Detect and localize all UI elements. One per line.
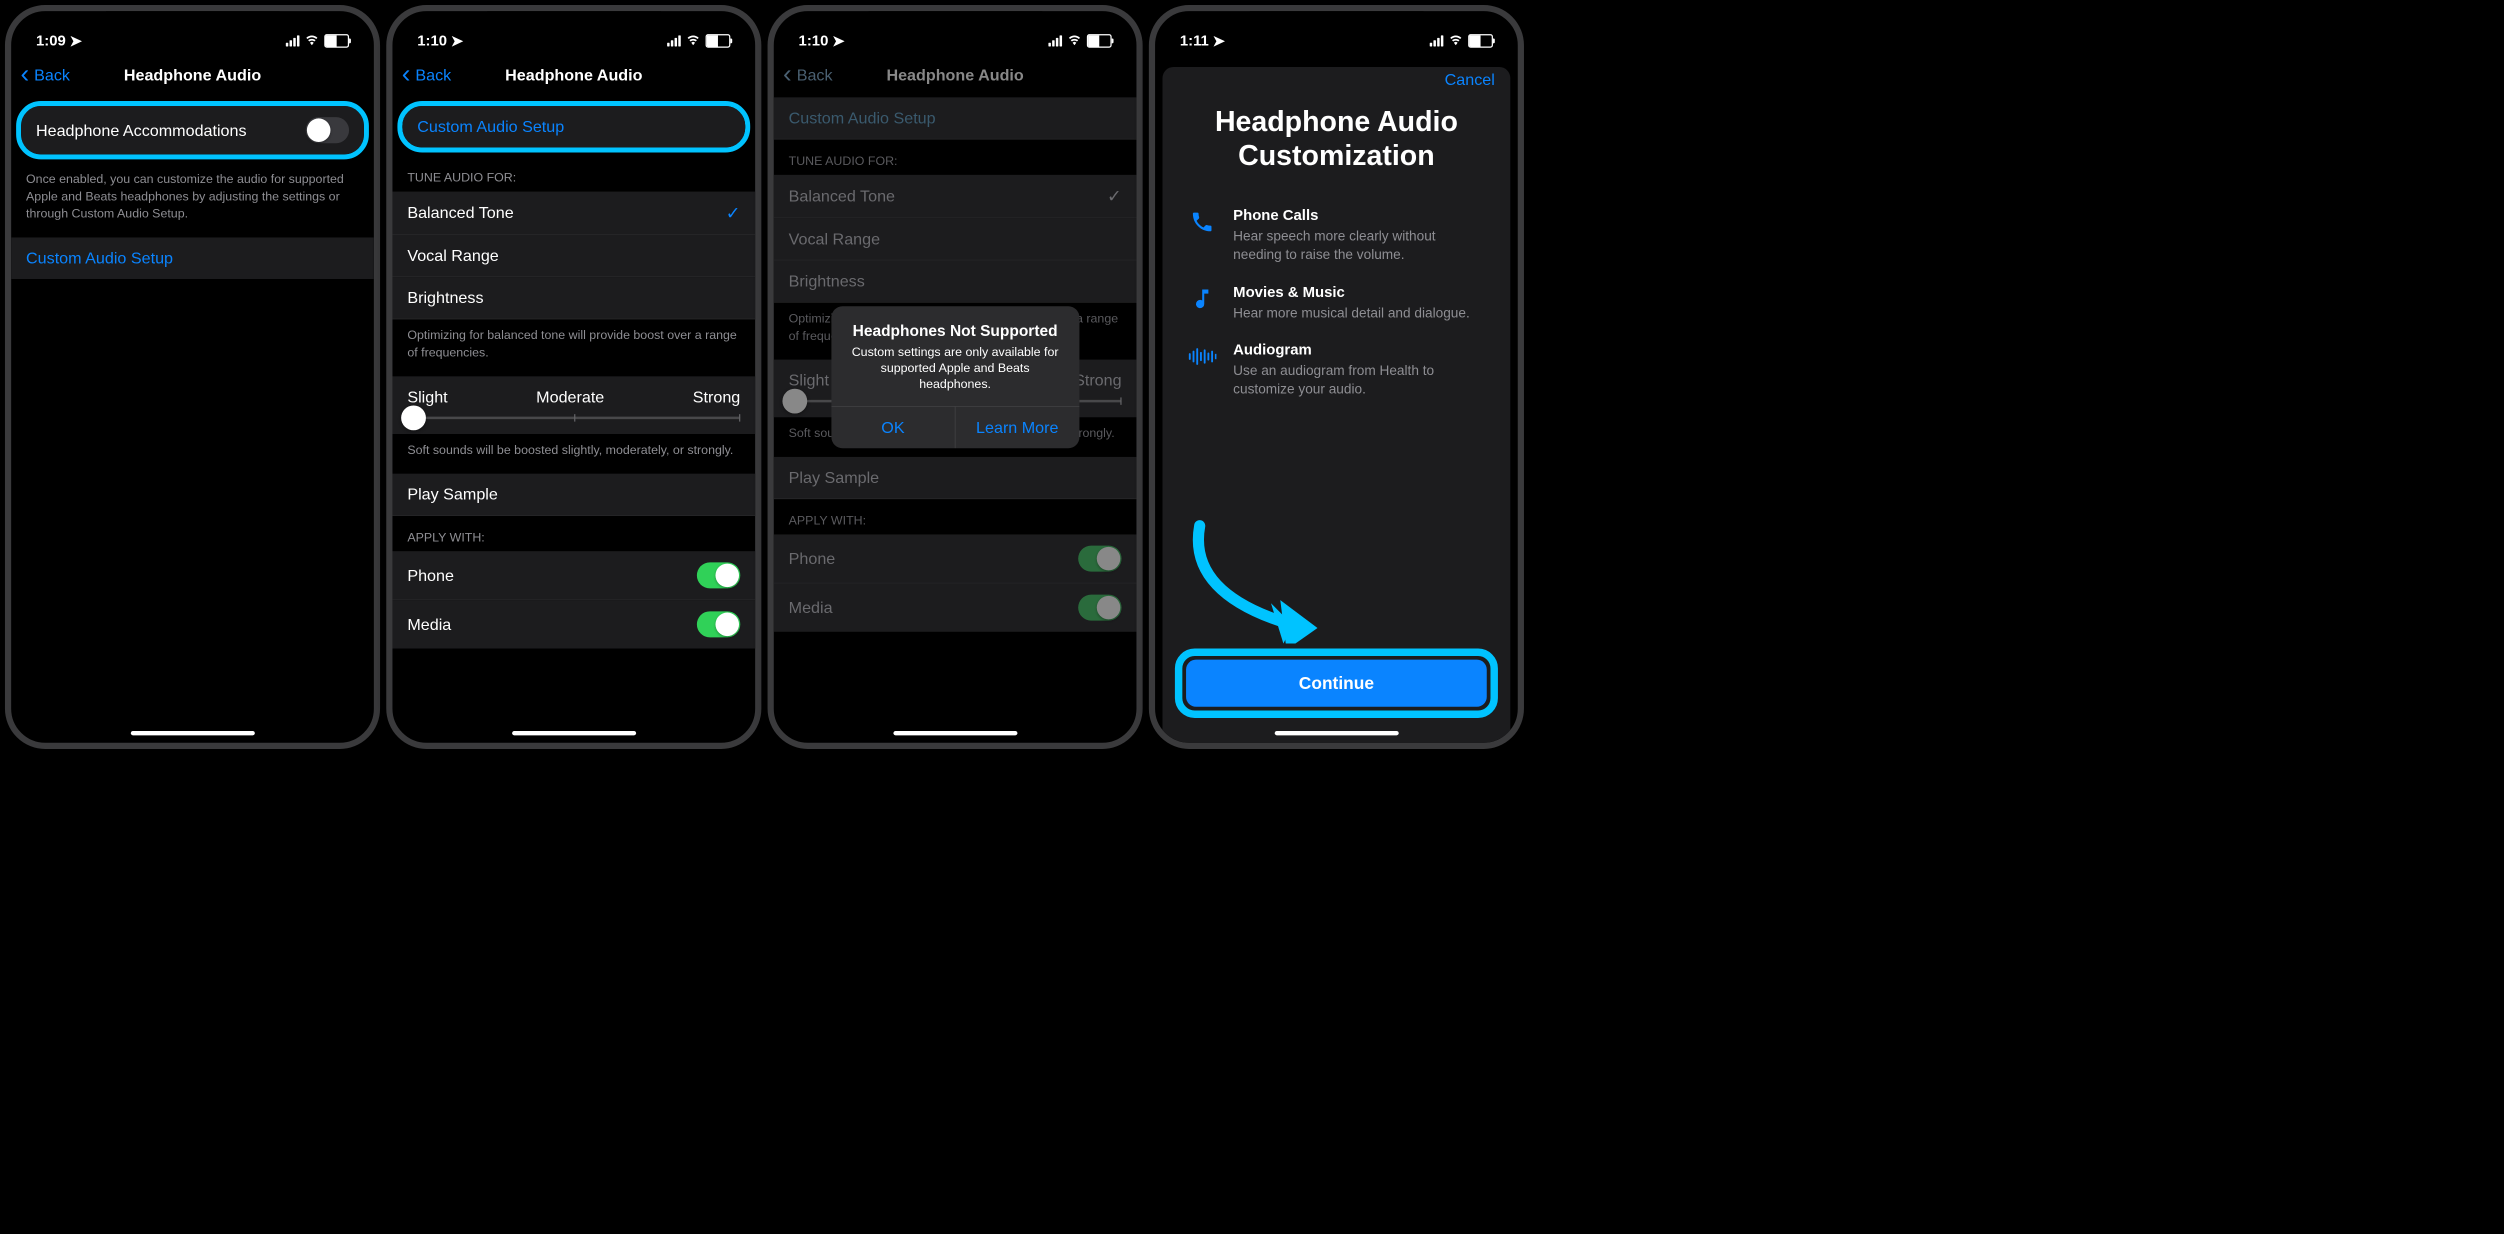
strong-label: Strong <box>693 388 740 407</box>
nav-bar: Back Headphone Audio <box>392 60 755 98</box>
signal-icon <box>286 35 300 46</box>
slider-labels: Slight Moderate Strong <box>407 388 740 407</box>
time: 1:11 <box>1180 32 1209 49</box>
accommodations-label: Headphone Accommodations <box>36 121 247 140</box>
arrow-annotation-icon <box>1181 520 1342 644</box>
vocal-range-row[interactable]: Vocal Range <box>392 235 755 277</box>
highlight-annotation: Custom Audio Setup <box>397 101 750 152</box>
feature-movies-music: Movies & Music Hear more musical detail … <box>1163 274 1511 332</box>
phone-2: 1:10 ➤ Back Headphone Audio Custom Audio… <box>386 5 761 749</box>
boost-slider-row: Slight Moderate Strong <box>392 376 755 434</box>
chevron-left-icon <box>20 67 31 84</box>
slider-footer: Soft sounds will be boosted slightly, mo… <box>392 434 755 474</box>
brightness-row[interactable]: Brightness <box>392 277 755 319</box>
sheet-nav: Cancel <box>1163 67 1511 92</box>
home-indicator[interactable] <box>131 731 255 735</box>
location-icon: ➤ <box>451 32 463 50</box>
phone-4: 1:11 ➤ Cancel Headphone Audio Customizat… <box>1149 5 1524 749</box>
alert-dialog: Headphones Not Supported Custom settings… <box>831 306 1079 448</box>
page-title: Headphone Audio <box>124 66 261 85</box>
headphone-accommodations-row[interactable]: Headphone Accommodations <box>21 106 364 154</box>
alert-message: Custom settings are only available for s… <box>844 344 1067 392</box>
back-label: Back <box>415 66 451 85</box>
location-icon: ➤ <box>69 32 81 50</box>
tune-footer: Optimizing for balanced tone will provid… <box>392 319 755 376</box>
boost-slider[interactable] <box>407 417 740 419</box>
apply-media-row[interactable]: Media <box>392 600 755 648</box>
slight-label: Slight <box>407 388 447 407</box>
custom-setup-label: Custom Audio Setup <box>417 117 564 136</box>
alert-learn-more-button[interactable]: Learn More <box>955 406 1079 448</box>
vocal-label: Vocal Range <box>407 246 498 265</box>
wifi-icon <box>1448 32 1463 49</box>
accommodations-toggle[interactable] <box>306 117 349 143</box>
back-label: Back <box>34 66 70 85</box>
highlight-annotation: Headphone Accommodations <box>16 101 369 159</box>
feature-audiogram: Audiogram Use an audiogram from Health t… <box>1163 332 1511 408</box>
apply-phone-row[interactable]: Phone <box>392 551 755 600</box>
location-icon: ➤ <box>1213 32 1225 50</box>
feature-phone-calls: Phone Calls Hear speech more clearly wit… <box>1163 197 1511 273</box>
notch <box>1250 11 1424 39</box>
home-indicator[interactable] <box>512 731 636 735</box>
phone-3: 1:10 ➤ Back Headphone Audio Custom Audio… <box>768 5 1143 749</box>
continue-button[interactable]: Continue <box>1186 660 1487 707</box>
notch <box>868 11 1042 39</box>
phone-label: Phone <box>407 566 454 585</box>
signal-icon <box>1430 35 1444 46</box>
tune-header: TUNE AUDIO FOR: <box>392 156 755 191</box>
accommodations-footer: Once enabled, you can customize the audi… <box>11 163 374 237</box>
waveform-icon <box>1187 342 1217 372</box>
signal-icon <box>667 35 681 46</box>
custom-audio-setup-row[interactable]: Custom Audio Setup <box>11 237 374 279</box>
back-button[interactable]: Back <box>402 66 451 85</box>
feature-title: Audiogram <box>1233 342 1485 359</box>
time: 1:09 <box>36 32 66 49</box>
media-toggle[interactable] <box>697 611 740 637</box>
chevron-left-icon <box>402 67 413 84</box>
play-sample-label: Play Sample <box>407 485 498 504</box>
back-button[interactable]: Back <box>20 66 69 85</box>
battery-icon <box>324 34 349 48</box>
sheet-title: Headphone Audio Customization <box>1163 92 1511 198</box>
slider-thumb[interactable] <box>401 405 426 430</box>
phone-1: 1:09 ➤ Back Headphone Audio Headphone Ac… <box>5 5 380 749</box>
alert-ok-button[interactable]: OK <box>831 406 955 448</box>
nav-bar: Back Headphone Audio <box>11 60 374 98</box>
page-title: Headphone Audio <box>505 66 642 85</box>
feature-desc: Use an audiogram from Health to customiz… <box>1233 362 1485 399</box>
highlight-annotation: Continue <box>1175 649 1498 718</box>
custom-audio-setup-row[interactable]: Custom Audio Setup <box>402 106 745 148</box>
notch <box>106 11 280 39</box>
play-sample-row[interactable]: Play Sample <box>392 474 755 516</box>
media-label: Media <box>407 615 451 634</box>
music-note-icon <box>1187 284 1217 314</box>
wifi-icon <box>304 32 319 49</box>
feature-desc: Hear speech more clearly without needing… <box>1233 227 1485 264</box>
balanced-tone-row[interactable]: Balanced Tone ✓ <box>392 192 755 235</box>
check-icon: ✓ <box>726 203 741 223</box>
alert-title: Headphones Not Supported <box>844 322 1067 340</box>
moderate-label: Moderate <box>536 388 604 407</box>
notch <box>487 11 661 39</box>
battery-icon <box>1468 34 1493 48</box>
cancel-button[interactable]: Cancel <box>1445 70 1495 89</box>
balanced-label: Balanced Tone <box>407 203 513 222</box>
time: 1:10 <box>417 32 447 49</box>
feature-title: Phone Calls <box>1233 207 1485 224</box>
wifi-icon <box>686 32 701 49</box>
custom-setup-label: Custom Audio Setup <box>26 249 173 268</box>
phone-icon <box>1187 207 1217 237</box>
alert-overlay: Headphones Not Supported Custom settings… <box>774 11 1137 743</box>
battery-icon <box>706 34 731 48</box>
brightness-label: Brightness <box>407 288 483 307</box>
home-indicator[interactable] <box>1274 731 1398 735</box>
phone-toggle[interactable] <box>697 562 740 588</box>
sheet: Cancel Headphone Audio Customization Pho… <box>1163 67 1511 743</box>
feature-title: Movies & Music <box>1233 284 1485 301</box>
apply-header: APPLY WITH: <box>392 516 755 551</box>
feature-desc: Hear more musical detail and dialogue. <box>1233 304 1485 322</box>
